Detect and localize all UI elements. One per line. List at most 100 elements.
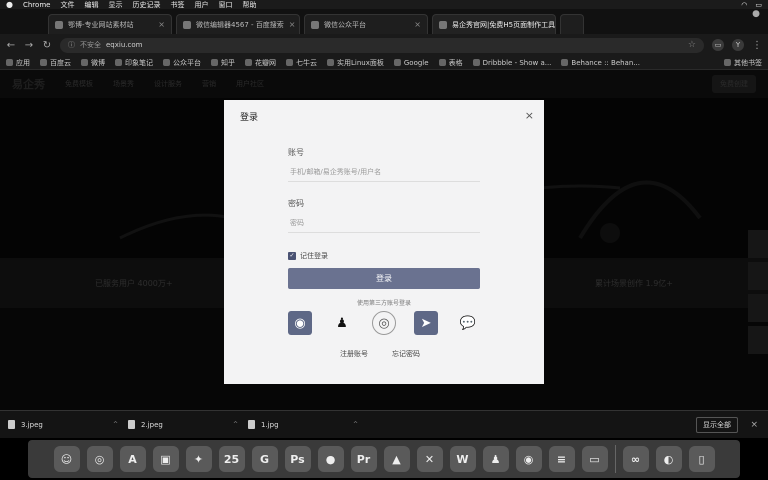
wechat-icon [163,59,170,66]
profile-avatar[interactable]: Y [732,39,744,51]
xmind-icon[interactable]: ✕ [416,446,443,472]
reload-icon[interactable]: ↻ [42,40,52,51]
wechat-icon[interactable]: ◉ [515,446,542,472]
git-icon[interactable]: G [251,446,278,472]
bookmark-huaban[interactable]: 花瓣网 [245,58,276,68]
close-icon[interactable]: × [289,20,296,29]
bookmark-label: Behance :: Behan... [571,58,640,67]
tab-2[interactable]: 微信编辑器4567 - 百度搜索 × [176,14,300,34]
close-icon[interactable]: × [750,420,758,430]
wps-icon[interactable]: W [449,446,476,472]
wechat-icon[interactable]: ◉ [288,311,312,335]
battery-icon[interactable]: ▭ [755,1,762,9]
bookmark-baiduyun[interactable]: 百度云 [40,58,71,68]
back-icon[interactable]: ← [6,40,16,51]
tab-3[interactable]: 微信公众平台 × [304,14,428,34]
qq-icon[interactable]: ♟ [330,311,354,335]
bookmark-mp[interactable]: 公众平台 [163,58,201,68]
bookmark-label: 七牛云 [296,58,317,67]
qq-icon[interactable]: ♟ [482,446,509,472]
bookmark-qiniu[interactable]: 七牛云 [286,58,317,68]
star-icon[interactable]: ☆ [688,40,696,50]
toolbar: ← → ↻ ⓘ 不安全 eqxiu.com ☆ ▭ Y ⋮ [0,34,768,56]
address-bar[interactable]: ⓘ 不安全 eqxiu.com ☆ [60,37,704,53]
checkbox-checked-icon[interactable]: ✓ [288,252,296,260]
monitor-icon[interactable]: ▭ [581,446,608,472]
bookmark-label: 表格 [448,58,463,67]
paper-plane-icon[interactable]: ➤ [414,311,438,335]
zhihu-icon [211,59,218,66]
preview-icon[interactable]: ▣ [152,446,179,472]
dock-separator [614,445,616,473]
compass-icon[interactable]: ✦ [185,446,212,472]
ball-icon[interactable]: ● [317,446,344,472]
bookmark-dribbble[interactable]: Dribbble - Show a... [472,59,551,67]
tab-bar: 鄂博-专业网站素材站 × 微信编辑器4567 - 百度搜索 × 微信公众平台 ×… [0,9,768,34]
premiere-icon[interactable]: Pr [350,446,377,472]
forward-icon[interactable]: → [24,40,34,51]
folder-icon [724,59,731,66]
menu-item-chrome[interactable]: Chrome [23,1,50,9]
bookmark-zhihu[interactable]: 知乎 [211,58,235,68]
download-filename: 2.jpeg [141,420,163,429]
huaban-icon [245,59,252,66]
chat-bubble-icon[interactable]: 💬 [456,311,480,335]
close-icon[interactable]: × [525,109,534,122]
tab-title: 易企秀官网|免费H5页面制作工具 [452,20,556,29]
finder-icon[interactable]: ☺ [53,446,80,472]
forgot-password-link[interactable]: 忘记密码 [392,349,420,359]
bookmarks-bar: 应用 百度云 微博 印象笔记 公众平台 知乎 花瓣网 七牛云 实用Linux面板… [0,56,768,70]
url-text: eqxiu.com [106,41,143,49]
photoshop-icon[interactable]: Ps [284,446,311,472]
keynote-icon[interactable]: ▲ [383,446,410,472]
bookmark-google[interactable]: Google [393,59,429,67]
weibo-icon[interactable]: ◎ [372,311,396,335]
bookmark-evernote[interactable]: 印象笔记 [115,58,153,68]
user-icon[interactable]: ● [752,9,760,19]
teamviewer-icon[interactable]: ◐ [655,446,682,472]
close-icon[interactable]: × [158,20,165,29]
trash-icon[interactable]: ▯ [688,446,715,472]
apple-menu-icon[interactable]: ● [6,0,13,9]
chevron-up-icon[interactable]: ^ [233,421,238,428]
safari-icon[interactable]: ◎ [86,446,113,472]
password-input[interactable]: 密码 [288,213,480,233]
remember-me[interactable]: ✓ 记住登录 [288,251,328,261]
download-filename: 3.jpeg [21,420,43,429]
menu-icon[interactable]: ⋮ [752,40,762,51]
baidu-cloud-icon[interactable]: ∞ [622,446,649,472]
wifi-icon[interactable]: ◠ [741,1,747,9]
bookmark-other[interactable]: 其他书签 [724,58,762,68]
google-icon [393,59,401,66]
cast-icon[interactable]: ▭ [712,39,724,51]
bookmark-apps[interactable]: 应用 [6,58,30,68]
bookmark-sheets[interactable]: 表格 [438,58,463,68]
download-item[interactable]: 1.jpg ^ [248,420,368,429]
bookmark-label: 花瓣网 [255,58,276,67]
register-link[interactable]: 注册账号 [340,349,368,359]
calendar-icon[interactable]: 25 [218,446,245,472]
password-placeholder: 密码 [290,218,304,227]
tab-title: 微信编辑器4567 - 百度搜索 [196,20,284,29]
chevron-up-icon[interactable]: ^ [353,421,358,428]
tab-4-active[interactable]: 易企秀官网|免费H5页面制作工具 × [432,14,556,34]
download-item[interactable]: 3.jpeg ^ [8,420,128,429]
account-label: 账号 [288,148,304,157]
downloads-bar: 3.jpeg ^ 2.jpeg ^ 1.jpg ^ 显示全部 × [0,410,768,438]
close-icon[interactable]: × [414,20,421,29]
new-tab-button[interactable] [560,14,584,34]
bookmark-behance[interactable]: Behance :: Behan... [561,59,640,67]
app-store-icon[interactable]: A [119,446,146,472]
tab-1[interactable]: 鄂博-专业网站素材站 × [48,14,172,34]
download-item[interactable]: 2.jpeg ^ [128,420,248,429]
login-button[interactable]: 登录 [288,268,480,289]
modal-links: 注册账号 忘记密码 [340,349,420,359]
bookmark-linux[interactable]: 实用Linux面板 [327,58,384,68]
account-input[interactable]: 手机/邮箱/易企秀账号/用户名 [288,162,480,182]
info-icon[interactable]: ⓘ [68,40,75,50]
tab-favicon [311,20,319,29]
show-all-button[interactable]: 显示全部 [696,416,738,433]
bookmark-weibo[interactable]: 微博 [81,58,105,68]
notes-icon[interactable]: ≡ [548,446,575,472]
chevron-up-icon[interactable]: ^ [113,421,118,428]
